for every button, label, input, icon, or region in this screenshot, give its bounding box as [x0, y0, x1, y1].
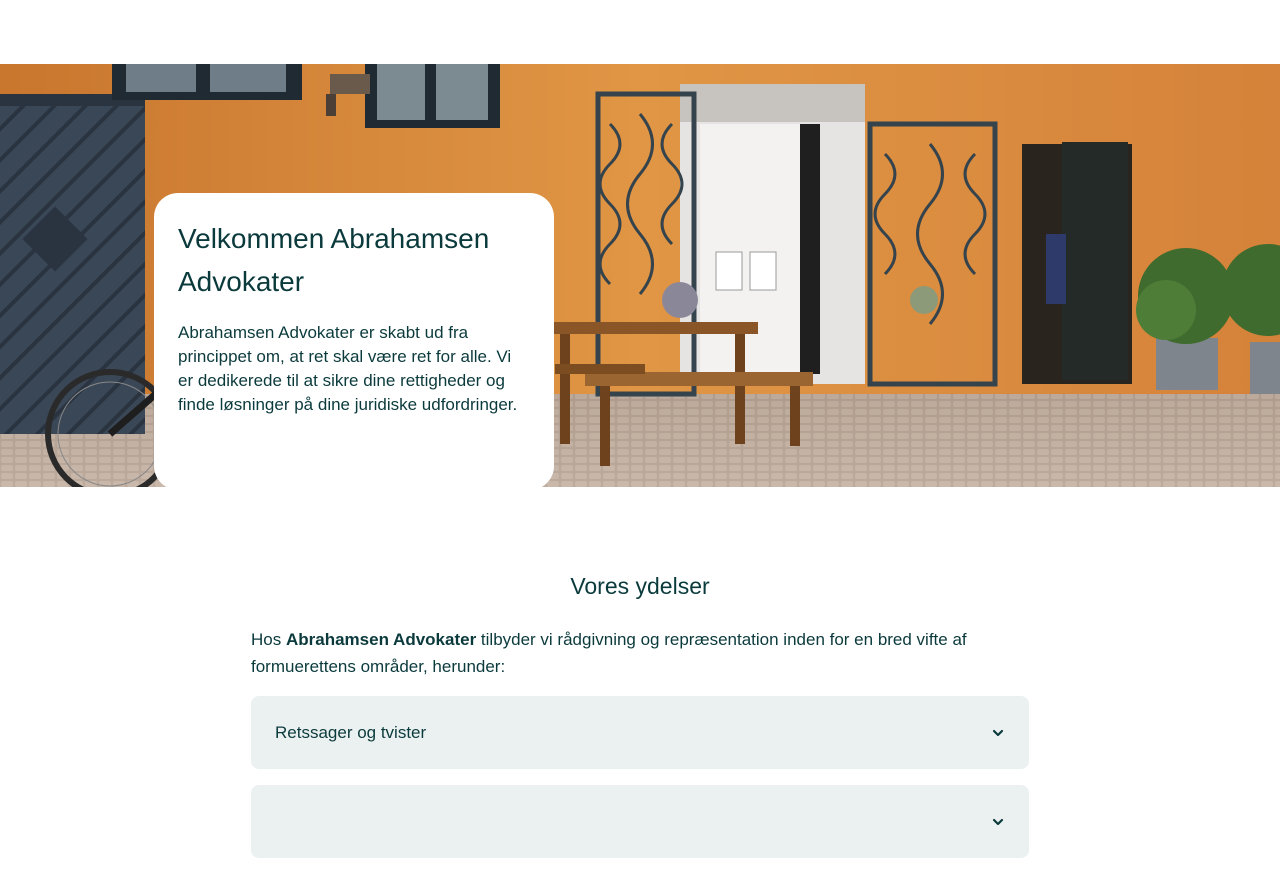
chevron-down-icon	[992, 818, 1004, 825]
accordion-item-retssager[interactable]: Retssager og tvister	[251, 696, 1029, 769]
accordion-label: Retssager og tvister	[275, 722, 427, 742]
intro-prefix: Hos	[251, 630, 286, 649]
hero-section: Velkommen Abrahamsen Advokater Abrahamse…	[0, 64, 1280, 487]
services-title: Vores ydelser	[570, 573, 710, 599]
site-header	[0, 0, 1280, 64]
hero-description: Abrahamsen Advokater er skabt ud fra pri…	[178, 323, 518, 414]
chevron-down-icon	[992, 729, 1004, 736]
hero-title: Velkommen Abrahamsen Advokater	[178, 223, 490, 297]
welcome-card: Velkommen Abrahamsen Advokater Abrahamse…	[154, 193, 554, 487]
services-intro: Hos Abrahamsen Advokater tilbyder vi råd…	[251, 626, 1029, 680]
accordion-item-2[interactable]	[251, 785, 1029, 858]
intro-brand: Abrahamsen Advokater	[285, 630, 477, 649]
services-section: Vores ydelser Hos Abrahamsen Advokater t…	[251, 560, 1029, 874]
